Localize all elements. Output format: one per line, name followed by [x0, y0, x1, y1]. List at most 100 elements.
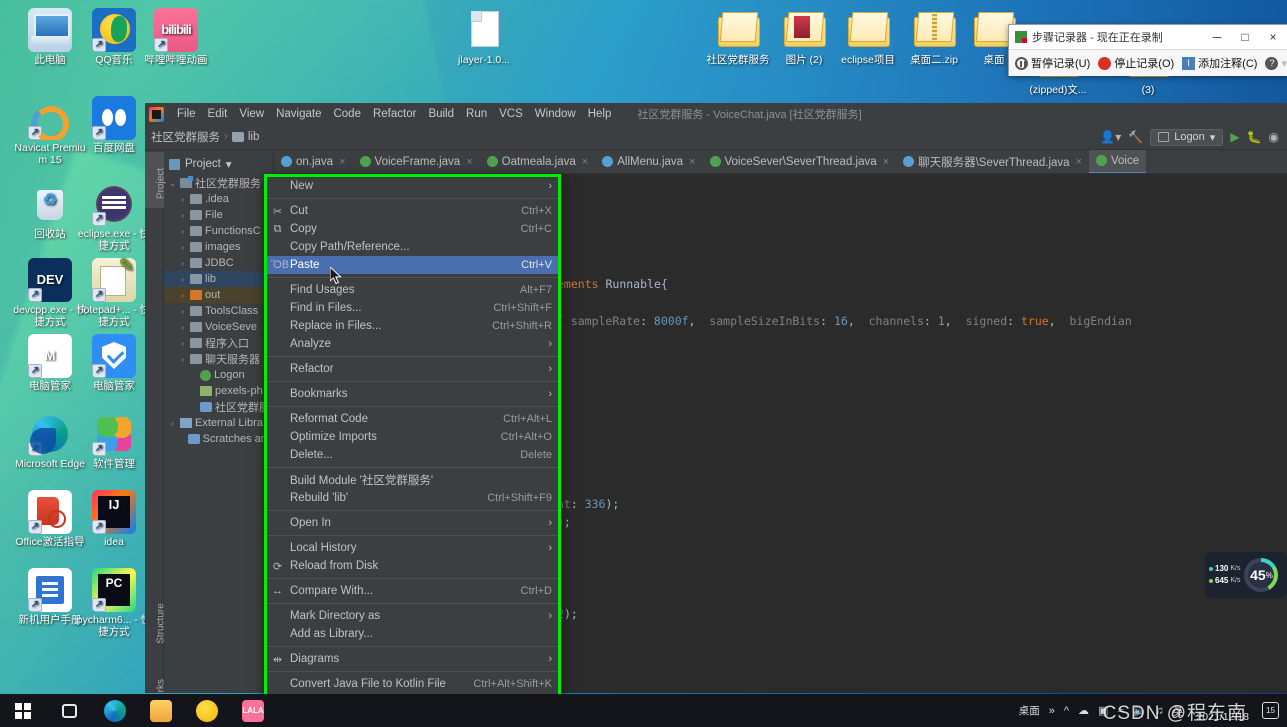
ime-language-icon[interactable]: 英 — [1172, 703, 1183, 719]
build-hammer-icon[interactable]: 🔨 — [1128, 130, 1143, 144]
context-menu-item[interactable]: ↔ Compare With... Ctrl+D — [265, 582, 560, 600]
volume-icon[interactable]: 🔈 — [1132, 704, 1146, 717]
tree-row[interactable]: pexels-ph — [164, 383, 273, 399]
tree-row[interactable]: 社区党群服 — [164, 399, 273, 415]
tree-row[interactable]: › External Libra — [164, 415, 273, 431]
context-menu-item[interactable]: Open In › — [265, 514, 560, 532]
context-menu-item[interactable]: Replace in Files... Ctrl+Shift+R — [265, 317, 560, 335]
taskbar-clock[interactable]: 2021/12/18 — [1192, 698, 1253, 724]
tree-row[interactable]: Logon — [164, 367, 273, 383]
music-note-icon[interactable]: ♫ — [1155, 705, 1163, 717]
close-tab-icon[interactable]: × — [466, 156, 472, 168]
close-tab-icon[interactable]: × — [689, 156, 695, 168]
context-menu-item[interactable]: Build Module '社区党群服务' — [265, 471, 560, 489]
desktop-icon[interactable]: 社区党群服务 — [700, 8, 776, 67]
tree-row[interactable]: › VoiceSeve — [164, 319, 273, 335]
ide-menu-bar[interactable]: File Edit View Navigate Code Refactor Build Run… — [145, 103, 1287, 125]
tree-row[interactable]: › 聊天服务器 — [164, 351, 273, 367]
close-tab-icon[interactable]: × — [339, 156, 345, 168]
menu-refactor[interactable]: Refactor — [367, 106, 422, 122]
close-tab-icon[interactable]: × — [1076, 156, 1082, 168]
menu-file[interactable]: File — [171, 106, 202, 122]
context-menu-item[interactable]: ὌB Paste Ctrl+V — [265, 256, 560, 274]
menu-build[interactable]: Build — [422, 106, 460, 122]
wifi-icon[interactable]: ≈ — [1117, 705, 1123, 717]
taskbar-app-button[interactable] — [92, 694, 138, 727]
breadcrumb[interactable]: 社区党群服务 › lib — [151, 129, 259, 145]
context-menu-item[interactable]: Convert Java File to Kotlin File Ctrl+Alt… — [265, 675, 560, 693]
context-menu-item[interactable]: Local History › — [265, 539, 560, 557]
network-speed-widget[interactable]: 130 K/s 645 K/s 45 % — [1205, 552, 1287, 598]
taskbar-app-button[interactable] — [138, 694, 184, 727]
tree-row[interactable]: › ToolsClass — [164, 303, 273, 319]
context-menu-item[interactable]: Add as Library... — [265, 625, 560, 643]
context-menu-item[interactable]: Find Usages Alt+F7 — [265, 281, 560, 299]
editor-tab[interactable]: Voice — [1088, 150, 1147, 173]
taskbar-app-button[interactable] — [184, 694, 230, 727]
project-panel-header[interactable]: Project ▾ — [164, 153, 273, 175]
recorder-toolbar[interactable]: 暂停记录(U) 停止记录(O) I 添加注释(C) ? ▾ — [1009, 49, 1287, 76]
notification-center-button[interactable]: 15 — [1262, 702, 1279, 719]
desktop-icon[interactable]: 电脑管家 — [76, 334, 152, 393]
context-menu-item[interactable]: Optimize Imports Ctrl+Alt+O — [265, 428, 560, 446]
menu-navigate[interactable]: Navigate — [270, 106, 327, 122]
context-menu-item[interactable]: Reformat Code Ctrl+Alt+L — [265, 410, 560, 428]
tree-row[interactable]: › lib — [164, 271, 273, 287]
help-button[interactable]: ? ▾ — [1265, 56, 1287, 70]
project-tool-window[interactable]: Project ▾ ⌄ 社区党群服务 › .idea › File › FunctionsC ›… — [164, 150, 274, 693]
tree-expand-arrow-icon[interactable]: › — [178, 227, 187, 236]
close-tab-icon[interactable]: × — [883, 156, 889, 168]
tree-expand-arrow-icon[interactable]: › — [178, 275, 187, 284]
context-menu-item[interactable]: ⇹ Diagrams › — [265, 650, 560, 668]
recorder-window-buttons[interactable]: ─ □ × — [1203, 25, 1287, 49]
user-icon[interactable]: 👤▾ — [1100, 130, 1121, 144]
context-menu-item[interactable]: Delete... Delete — [265, 446, 560, 464]
tree-row[interactable]: › JDBC — [164, 255, 273, 271]
tree-row[interactable]: › 程序入口 — [164, 335, 273, 351]
ide-toolbar[interactable]: 社区党群服务 › lib 👤▾ 🔨 Logon ▾ ▶ 🐛 ◉ — [145, 125, 1287, 150]
taskbar-app-list[interactable]: LALA — [46, 694, 276, 727]
system-tray[interactable]: 桌面 » ^ ☁ ▣ ≈ 🔈 ♫ 英 2021/12/18 15 — [1019, 698, 1287, 724]
context-menu-item[interactable]: New › — [265, 177, 560, 195]
menu-window[interactable]: Window — [529, 106, 582, 122]
editor-tab[interactable]: on.java × — [274, 150, 353, 173]
battery-icon[interactable]: ▣ — [1098, 704, 1108, 717]
tree-expand-arrow-icon[interactable]: › — [178, 291, 187, 300]
desktop-icon[interactable]: notepad+... - 快捷方式 — [76, 258, 152, 328]
tree-row[interactable]: › .idea — [164, 191, 273, 207]
tree-expand-arrow-icon[interactable]: › — [178, 243, 187, 252]
taskbar-app-button[interactable]: LALA — [230, 694, 276, 727]
stop-record-button[interactable]: 停止记录(O) — [1098, 55, 1174, 71]
toolbar-right-group[interactable]: 👤▾ 🔨 Logon ▾ ▶ 🐛 ◉ — [1100, 128, 1287, 146]
tree-row[interactable]: › File — [164, 207, 273, 223]
context-menu-item[interactable]: Copy Path/Reference... — [265, 238, 560, 256]
menu-edit[interactable]: Edit — [202, 106, 234, 122]
show-hidden-icons-chevron-icon[interactable]: ^ — [1064, 705, 1069, 717]
context-menu-item[interactable]: ✂ Cut Ctrl+X — [265, 202, 560, 220]
overflow-icon[interactable]: » — [1049, 705, 1055, 717]
editor-tab[interactable]: 聊天服务器\SeverThread.java × — [896, 150, 1089, 173]
desktop-icon[interactable]: eclipse.exe - 快捷方式 — [76, 182, 152, 252]
context-menu-item[interactable]: Find in Files... Ctrl+Shift+F — [265, 299, 560, 317]
tree-expand-arrow-icon[interactable]: › — [178, 307, 187, 316]
editor-tab[interactable]: VoiceFrame.java × — [353, 150, 480, 173]
desktop-icon[interactable]: pycharm6... - 快捷方式 — [76, 568, 152, 638]
context-menu-wrapper[interactable]: New › ✂ Cut Ctrl+X ⧉ Copy Ctrl+C Copy Path/Refer… — [264, 174, 561, 723]
chevron-down-icon[interactable]: ▾ — [226, 157, 232, 171]
taskbar-app-button[interactable] — [46, 694, 92, 727]
tree-expand-arrow-icon[interactable]: ⌄ — [168, 179, 177, 188]
editor-tab[interactable]: Oatmeala.java × — [480, 150, 596, 173]
menu-view[interactable]: View — [233, 106, 270, 122]
tree-row[interactable]: Scratches and — [164, 431, 273, 447]
windows-taskbar[interactable]: LALA 桌面 » ^ ☁ ▣ ≈ 🔈 ♫ 英 2021/12/18 15 — [0, 694, 1287, 727]
tree-row[interactable]: › FunctionsC — [164, 223, 273, 239]
context-menu-item[interactable]: Rebuild 'lib' Ctrl+Shift+F9 — [265, 489, 560, 507]
add-comment-button[interactable]: I 添加注释(C) — [1182, 55, 1257, 71]
breadcrumb-project[interactable]: 社区党群服务 — [151, 129, 220, 145]
tree-row[interactable]: › out — [164, 287, 273, 303]
menu-vcs[interactable]: VCS — [493, 106, 529, 122]
context-menu-item[interactable]: Bookmarks › — [265, 385, 560, 403]
close-tab-icon[interactable]: × — [582, 156, 588, 168]
context-menu-item[interactable]: ⟳ Reload from Disk — [265, 557, 560, 575]
context-menu-item[interactable]: Mark Directory as › — [265, 607, 560, 625]
